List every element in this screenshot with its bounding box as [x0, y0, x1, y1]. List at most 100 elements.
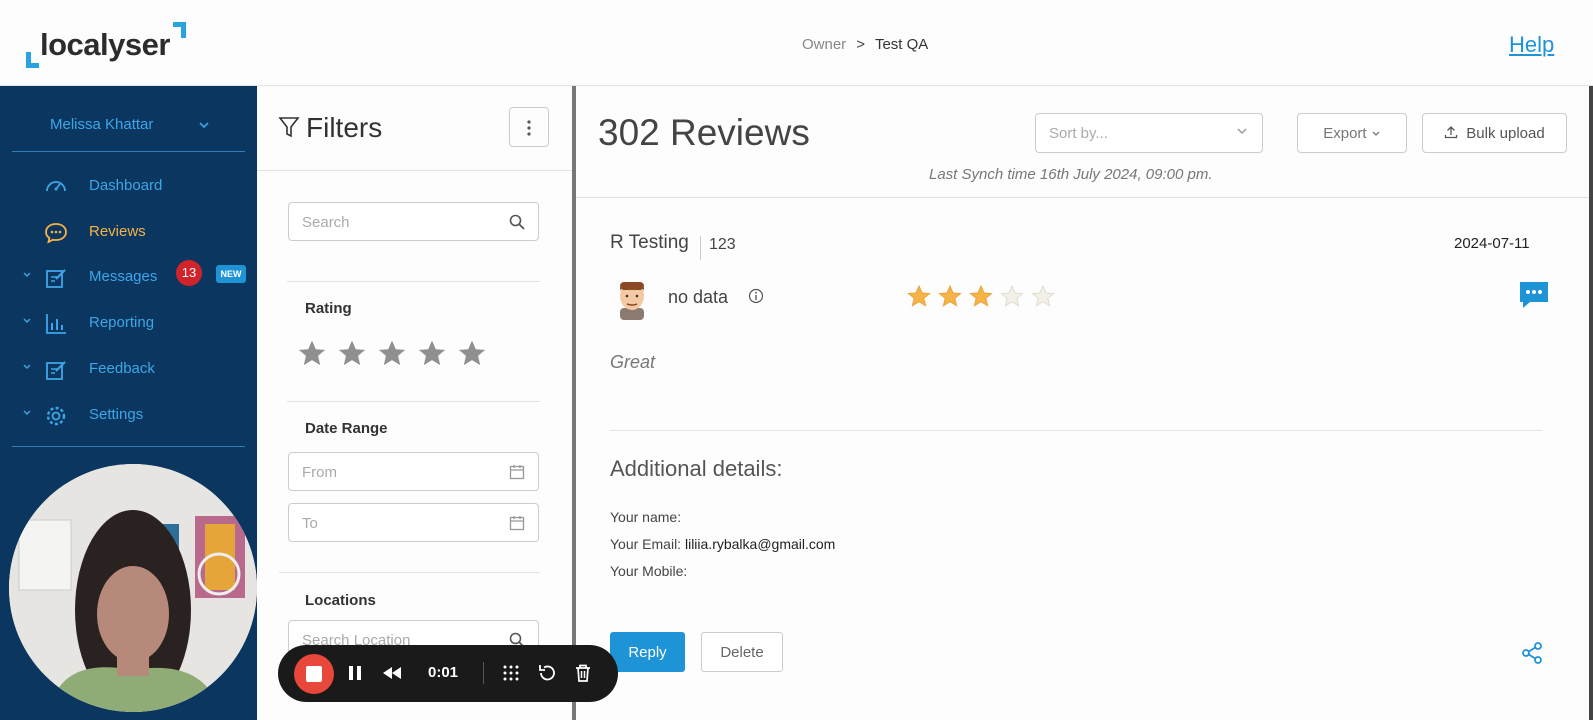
top-bar: localyser Owner > Test QA Help [0, 0, 1593, 86]
review-author: no data [668, 287, 729, 307]
locations-label: Locations [305, 592, 376, 609]
rewind-icon[interactable] [381, 662, 403, 684]
chevron-down-icon [23, 318, 31, 323]
star-icon[interactable] [297, 338, 329, 370]
bar-chart-icon [46, 314, 66, 334]
filters-divider [279, 572, 540, 573]
star-filled-icon [969, 284, 993, 308]
chat-bubble-icon [45, 223, 67, 244]
sidebar-item-settings[interactable]: Settings [0, 398, 257, 438]
filter-funnel-icon [278, 117, 300, 138]
review-rating [907, 284, 1062, 313]
filters-divider [287, 401, 540, 402]
filters-heading: Filters [278, 112, 382, 144]
star-icon[interactable] [337, 338, 369, 370]
webcam-overlay[interactable] [9, 464, 257, 712]
messages-count-badge: 13 [176, 260, 202, 286]
reply-button[interactable]: Reply [610, 632, 685, 672]
drag-grid-icon[interactable] [500, 662, 522, 684]
export-button[interactable]: Export [1297, 113, 1407, 153]
filters-divider [287, 281, 540, 282]
search-placeholder: Search [302, 214, 350, 231]
recorder-toolbar: 0:01 [278, 645, 618, 702]
gear-icon [46, 406, 66, 426]
breadcrumb: Owner > Test QA [802, 36, 928, 53]
upload-icon [1445, 125, 1458, 138]
sidebar-item-reporting[interactable]: Reporting [0, 306, 257, 346]
breadcrumb-owner[interactable]: Owner [802, 36, 846, 53]
dashboard-gauge-icon [46, 181, 66, 192]
breadcrumb-separator: > [856, 36, 865, 53]
sidebar-item-feedback[interactable]: Feedback [0, 352, 257, 392]
restart-icon[interactable] [536, 662, 558, 684]
bulk-upload-button[interactable]: Bulk upload [1422, 113, 1567, 153]
rating-filter [297, 338, 497, 373]
user-name[interactable]: Melissa Khattar [50, 116, 153, 133]
export-label: Export [1323, 124, 1367, 142]
calendar-icon [509, 516, 525, 531]
chevron-down-icon[interactable] [197, 118, 211, 132]
date-from-field[interactable]: From [288, 452, 539, 491]
to-placeholder: To [302, 515, 318, 532]
trash-icon[interactable] [572, 662, 594, 684]
sidebar-divider [12, 446, 245, 447]
sidebar-item-label: Settings [89, 406, 144, 423]
info-icon[interactable] [748, 288, 764, 304]
filters-search-input[interactable]: Search [288, 202, 539, 241]
bulk-upload-label: Bulk upload [1466, 124, 1545, 142]
stop-icon [306, 666, 322, 682]
filters-more-button[interactable] [509, 107, 549, 147]
star-empty-icon [1031, 284, 1055, 308]
message-bubble-icon[interactable] [1518, 280, 1550, 310]
sidebar-item-label: Reporting [89, 314, 155, 331]
detail-email-row: Your Email: liliia.rybalka@gmail.com [610, 536, 835, 552]
date-to-field[interactable]: To [288, 503, 539, 542]
filters-title: Filters [306, 112, 383, 143]
chevron-down-icon [23, 410, 31, 415]
detail-email-value: liliia.rybalka@gmail.com [684, 536, 836, 552]
sidebar-item-label: Dashboard [89, 177, 163, 194]
share-icon[interactable] [1520, 641, 1544, 665]
star-filled-icon [907, 284, 931, 308]
sort-placeholder: Sort by... [1049, 125, 1108, 142]
feedback-edit-icon [46, 361, 66, 380]
star-icon[interactable] [457, 338, 489, 370]
detail-mobile-row: Your Mobile: [610, 563, 687, 579]
review-id: 123 [700, 236, 736, 260]
breadcrumb-current: Test QA [874, 36, 929, 53]
pause-icon[interactable] [344, 662, 366, 684]
chevron-down-icon [1237, 128, 1247, 135]
review-count-title: 302 Reviews [598, 112, 810, 153]
sidebar-item-reviews[interactable]: Reviews [0, 215, 257, 255]
last-sync-text: Last Synch time 16th July 2024, 09:00 pm… [929, 166, 1213, 183]
page-scrollbar[interactable] [1589, 86, 1593, 720]
detail-email-label: Your Email: [610, 536, 682, 552]
logo-text: localyser [40, 27, 170, 62]
webcam-video-icon [9, 464, 257, 712]
help-link[interactable]: Help [1509, 32, 1554, 58]
additional-details-title: Additional details: [610, 456, 783, 481]
detail-name-label: Your name: [610, 509, 682, 525]
chevron-down-icon [23, 364, 31, 369]
more-vertical-icon [527, 120, 531, 136]
localyser-logo[interactable]: localyser [26, 22, 186, 68]
filters-panel: Filters Search Rating Date Range From To… [257, 86, 573, 720]
avatar [620, 282, 644, 320]
star-icon[interactable] [417, 338, 449, 370]
reviews-main: 302 Reviews Sort by... Export Bulk uploa… [576, 86, 1593, 720]
new-badge: NEW [216, 265, 246, 283]
sidebar-item-dashboard[interactable]: Dashboard [0, 169, 257, 209]
search-icon [509, 214, 525, 230]
star-icon[interactable] [377, 338, 409, 370]
stop-recording-button[interactable] [294, 654, 334, 694]
logo-bracket-top [173, 22, 186, 38]
chevron-down-icon [23, 272, 31, 277]
detail-name-row: Your name: [610, 509, 681, 525]
card-divider [610, 430, 1542, 431]
sidebar-item-messages[interactable]: Messages 13 NEW [0, 260, 257, 300]
sort-by-select[interactable]: Sort by... [1035, 113, 1263, 153]
rating-label: Rating [305, 300, 352, 317]
date-range-label: Date Range [305, 420, 388, 437]
header-divider [576, 197, 1593, 198]
delete-button[interactable]: Delete [701, 632, 783, 672]
